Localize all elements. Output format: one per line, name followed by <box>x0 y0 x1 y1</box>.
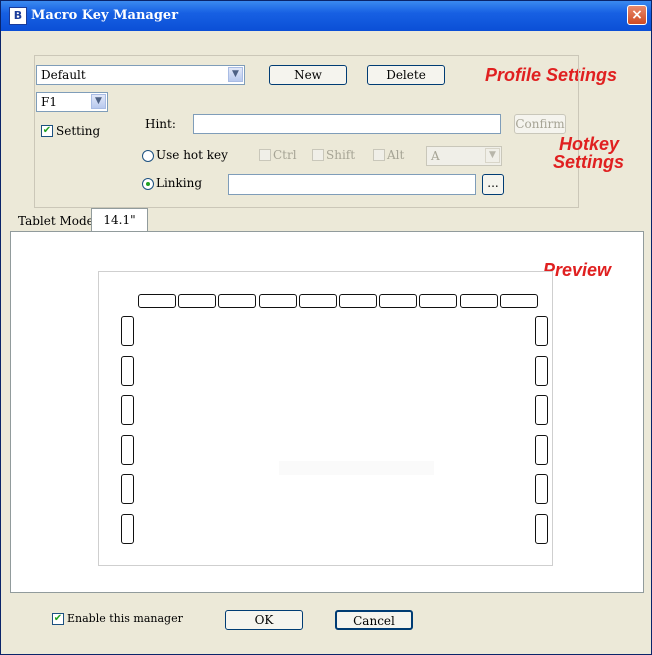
top-hotkey-slot[interactable] <box>419 294 458 308</box>
right-hotkey-slot[interactable] <box>535 395 548 425</box>
browse-button[interactable]: ... <box>482 174 504 195</box>
top-hotkey-slot[interactable] <box>218 294 257 308</box>
use-hot-key-radio[interactable] <box>142 150 154 162</box>
alt-checkbox[interactable] <box>373 149 385 161</box>
shift-checkbox[interactable] <box>312 149 324 161</box>
ok-button[interactable]: OK <box>225 610 303 630</box>
left-hotkey-slot[interactable] <box>121 474 134 504</box>
hotkey-annotation-line2: Settings <box>553 152 625 172</box>
linking-label: Linking <box>156 176 203 190</box>
left-hotkey-slot[interactable] <box>121 395 134 425</box>
preview-panel: Preview <box>10 231 644 593</box>
window-title: Macro Key Manager <box>31 8 179 23</box>
left-hotkey-slot[interactable] <box>121 434 134 465</box>
left-hotkey-slot[interactable] <box>121 513 134 544</box>
setting-label: Setting <box>56 124 101 138</box>
left-hotkey-slot[interactable] <box>121 355 134 386</box>
tablet-mode-label: Tablet Mode: <box>18 214 98 228</box>
hotkey-key-selected: F1 <box>41 95 57 109</box>
top-hotkey-slot[interactable] <box>258 294 297 308</box>
left-hotkey-slot[interactable] <box>121 316 134 346</box>
hotkey-annotation-line1: Hotkey <box>559 134 620 154</box>
title-bar[interactable]: B Macro Key Manager × <box>1 1 651 31</box>
confirm-button[interactable]: Confirm <box>514 114 566 134</box>
use-hot-key-label: Use hot key <box>156 148 228 162</box>
top-hotkey-slot[interactable] <box>499 294 538 308</box>
top-hotkey-slot[interactable] <box>339 294 377 308</box>
top-hotkey-slot[interactable] <box>138 294 176 308</box>
hint-input[interactable] <box>193 114 501 134</box>
top-hotkey-slot[interactable] <box>459 294 498 308</box>
right-hotkey-slot[interactable] <box>535 474 548 504</box>
hotkey-settings-annotation: Hotkey Settings <box>553 134 624 171</box>
preview-center-area <box>279 461 434 475</box>
linking-input[interactable] <box>228 174 476 195</box>
macro-key-manager-window: B Macro Key Manager × Default ▼ New Dele… <box>0 0 652 655</box>
ctrl-label: Ctrl <box>273 148 297 162</box>
shift-label: Shift <box>326 148 356 162</box>
enable-manager-label: Enable this manager <box>67 612 183 625</box>
top-hotkey-slot[interactable] <box>178 294 217 308</box>
ctrl-checkbox[interactable] <box>259 149 271 161</box>
right-hotkey-slot[interactable] <box>535 355 548 386</box>
right-hotkey-slot[interactable] <box>535 316 548 346</box>
chevron-down-icon[interactable]: ▼ <box>91 94 106 109</box>
tablet-preview-canvas <box>98 271 553 566</box>
close-button[interactable]: × <box>627 5 647 25</box>
top-hotkey-slot[interactable] <box>379 294 418 308</box>
chevron-down-icon[interactable]: ▼ <box>485 148 500 163</box>
hot-key-dropdown[interactable]: A ▼ <box>426 146 502 166</box>
hot-key-value: A <box>431 149 440 163</box>
enable-manager-checkbox[interactable]: ✔ <box>52 613 64 625</box>
app-icon: B <box>9 7 27 25</box>
preview-annotation: Preview <box>543 260 612 280</box>
hotkey-key-dropdown[interactable]: F1 ▼ <box>36 92 108 112</box>
alt-label: Alt <box>387 148 405 162</box>
right-hotkey-slot[interactable] <box>535 513 548 544</box>
tablet-mode-tab[interactable]: 14.1" <box>91 208 148 232</box>
hint-label: Hint: <box>145 117 176 131</box>
right-hotkey-slot[interactable] <box>535 434 548 465</box>
linking-radio[interactable] <box>142 178 154 190</box>
top-hotkey-slot[interactable] <box>298 294 337 308</box>
setting-checkbox[interactable]: ✔ <box>41 125 53 137</box>
cancel-button[interactable]: Cancel <box>335 610 413 630</box>
